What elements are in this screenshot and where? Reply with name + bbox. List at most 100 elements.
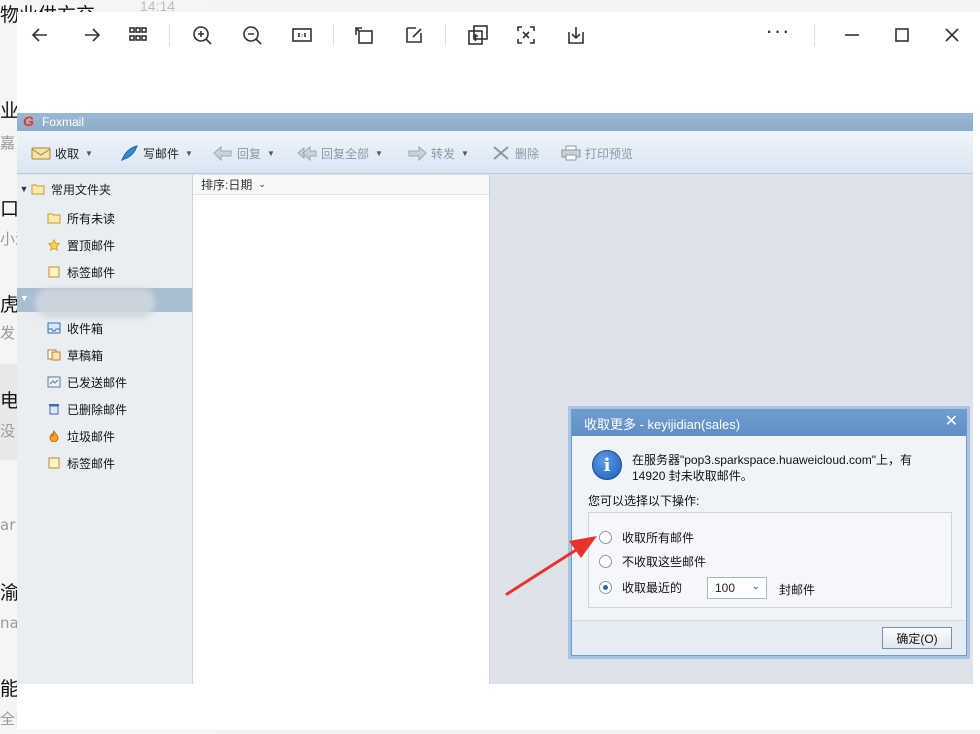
receive-more-dialog: 收取更多 - keyijidian(sales) ✕ i 在服务器"pop3.s… — [571, 409, 967, 656]
option-label: 不收取这些邮件 — [622, 554, 707, 569]
unit-label: 封邮件 — [779, 583, 816, 597]
rotate-icon[interactable] — [351, 22, 377, 48]
options-group: 收取所有邮件 不收取这些邮件 收取最近的 100 ⌄ 封邮件 — [588, 512, 952, 608]
drafts-icon — [47, 349, 61, 361]
expand-arrow-icon[interactable]: ▼ — [20, 293, 29, 303]
ocr-icon[interactable] — [465, 22, 491, 48]
compose-button[interactable]: 写邮件 ▼ — [119, 144, 193, 162]
folder-inbox[interactable]: 收件箱 — [47, 317, 103, 339]
chevron-down-icon: ▼ — [185, 148, 193, 158]
receive-button[interactable]: 收取 ▼ — [31, 144, 93, 162]
foxmail-screenshot: G Foxmail 收取 ▼ 写邮件 ▼ 回复 ▼ 回复全部 ▼ 转发 ▼ 删除… — [17, 113, 973, 684]
sent-icon — [47, 376, 61, 388]
close-icon[interactable] — [939, 22, 965, 48]
grid-icon[interactable] — [125, 22, 151, 48]
envelope-icon — [31, 147, 51, 160]
account-name-redacted — [35, 288, 155, 318]
zoom-in-icon[interactable] — [189, 22, 215, 48]
inbox-icon — [47, 322, 61, 334]
crop-icon[interactable] — [513, 22, 539, 48]
chevron-down-icon: ▼ — [85, 148, 93, 158]
folder-icon — [47, 213, 61, 224]
folder-pinned[interactable]: 置顶邮件 — [47, 234, 115, 256]
mail-list-pane: 排序:日期 ⌄ — [192, 175, 490, 684]
edit-icon[interactable] — [401, 22, 427, 48]
recent-count-select[interactable]: 100 ⌄ — [707, 577, 767, 599]
option-receive-recent[interactable]: 收取最近的 — [599, 577, 682, 597]
dialog-prompt: 您可以选择以下操作: — [588, 494, 700, 508]
chat-preview: 没 — [0, 422, 16, 440]
dialog-message: 在服务器"pop3.sparkspace.huaweicloud.com"上，有… — [632, 452, 952, 484]
dialog-message-line: 在服务器"pop3.sparkspace.huaweicloud.com"上，有 — [632, 453, 912, 467]
chevron-down-icon: ▼ — [267, 148, 275, 158]
delete-button[interactable]: 删除 — [491, 144, 539, 162]
radio-button[interactable] — [599, 530, 612, 544]
folder-all-unread[interactable]: 所有未读 — [47, 207, 115, 229]
image-viewer-window: ··· G Foxmail 收取 ▼ 写邮件 ▼ 回复 ▼ 回复全部 ▼ 转发 … — [17, 12, 980, 730]
option-skip[interactable]: 不收取这些邮件 — [599, 551, 706, 571]
expand-arrow-icon[interactable]: ▼ — [17, 184, 31, 194]
radio-button[interactable] — [599, 554, 612, 568]
folder-label: 草稿箱 — [67, 348, 104, 363]
maximize-icon[interactable] — [889, 22, 915, 48]
chevron-down-icon: ⌄ — [751, 581, 760, 592]
forward-mail-button[interactable]: 转发 ▼ — [407, 144, 469, 162]
actual-size-icon[interactable] — [289, 22, 315, 48]
reply-button[interactable]: 回复 ▼ — [213, 144, 275, 162]
chevron-down-icon: ▼ — [461, 148, 469, 158]
receive-label: 收取 — [55, 146, 80, 161]
folder-tagged[interactable]: 标签邮件 — [47, 261, 115, 283]
folder-junk[interactable]: 垃圾邮件 — [47, 425, 115, 447]
ok-button[interactable]: 确定(O) — [882, 627, 952, 649]
viewer-toolbar: ··· — [17, 12, 980, 60]
dialog-message-line: 14920 封未收取邮件。 — [632, 469, 753, 483]
folder-pane: ▼ 常用文件夹 所有未读 置顶邮件 标签邮件 ▼ 收件箱 草稿箱 已发送邮件 已… — [17, 175, 192, 684]
folder-drafts[interactable]: 草稿箱 — [47, 344, 103, 366]
chevron-down-icon: ⌄ — [258, 179, 266, 189]
tag-icon — [48, 457, 60, 469]
folder-label: 垃圾邮件 — [67, 429, 116, 444]
sort-header[interactable]: 排序:日期 ⌄ — [193, 175, 489, 195]
toolbar-separator — [333, 24, 334, 46]
account-row[interactable]: ▼ — [17, 288, 192, 318]
reply-all-button[interactable]: 回复全部 ▼ — [297, 144, 383, 162]
back-icon[interactable] — [27, 22, 53, 48]
scissors-delete-icon — [493, 146, 509, 160]
print-preview-label: 打印预览 — [585, 146, 634, 161]
foxmail-titlebar: G Foxmail — [17, 113, 973, 131]
folder-label: 收件箱 — [67, 321, 104, 336]
minimize-icon[interactable] — [839, 22, 865, 48]
folder-label: 标签邮件 — [67, 265, 116, 280]
radio-button-selected[interactable] — [599, 580, 612, 594]
common-folders-group[interactable]: ▼ 常用文件夹 — [17, 178, 192, 200]
feather-pen-icon — [121, 145, 138, 161]
folder-deleted[interactable]: 已删除邮件 — [47, 398, 127, 420]
forward-arrow-icon — [408, 145, 427, 161]
folder-group-label: 常用文件夹 — [51, 182, 112, 197]
close-icon[interactable]: ✕ — [945, 414, 958, 430]
print-preview-button[interactable]: 打印预览 — [561, 144, 633, 162]
folder-label: 已发送邮件 — [67, 375, 128, 390]
chat-preview: 嘉 — [0, 134, 16, 152]
foxmail-toolbar: 收取 ▼ 写邮件 ▼ 回复 ▼ 回复全部 ▼ 转发 ▼ 删除 打印预览 — [17, 131, 973, 174]
folder-label: 所有未读 — [67, 211, 116, 226]
zoom-out-icon[interactable] — [239, 22, 265, 48]
star-icon — [47, 239, 61, 251]
more-icon[interactable]: ··· — [765, 18, 791, 44]
chat-preview: ar — [0, 516, 16, 534]
download-icon[interactable] — [563, 22, 589, 48]
forward-icon[interactable] — [79, 22, 105, 48]
compose-label: 写邮件 — [143, 146, 180, 161]
folder-sent[interactable]: 已发送邮件 — [47, 371, 127, 393]
option-receive-all[interactable]: 收取所有邮件 — [599, 527, 694, 547]
delete-label: 删除 — [515, 146, 540, 161]
folder-account-tagged[interactable]: 标签邮件 — [47, 452, 115, 474]
foxmail-logo-icon: G — [23, 113, 34, 129]
reply-label: 回复 — [237, 146, 262, 161]
toolbar-separator — [814, 24, 815, 46]
printer-icon — [561, 145, 581, 161]
dialog-titlebar: 收取更多 - keyijidian(sales) ✕ — [572, 410, 966, 436]
folder-label: 置顶邮件 — [67, 238, 116, 253]
reply-arrow-icon — [213, 145, 232, 161]
dialog-footer: 确定(O) — [572, 620, 966, 655]
